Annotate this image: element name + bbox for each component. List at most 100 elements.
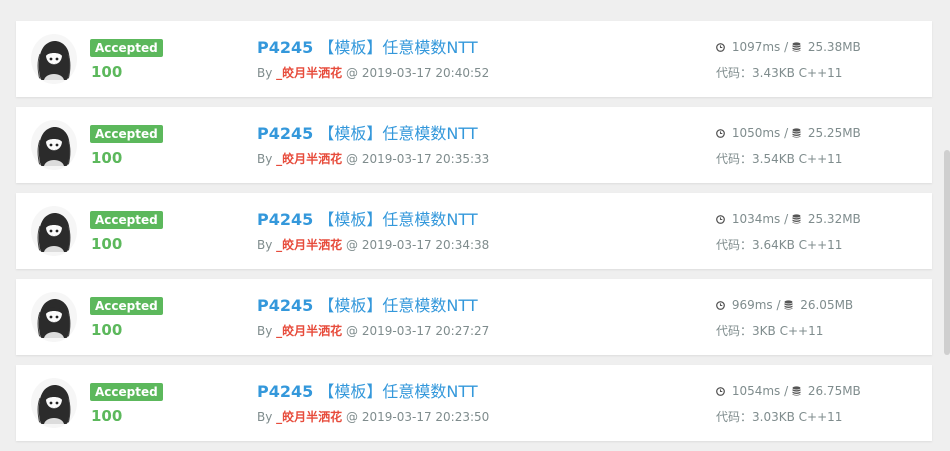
submit-time: 2019-03-17 20:23:50 [361,410,490,424]
runtime: 1054ms [731,384,781,398]
username-link[interactable]: _皎月半洒花 [276,152,342,166]
at-symbol: @ [346,238,359,252]
run-stats: 1054ms / 26.75MB [716,383,861,399]
submission-meta: By _皎月半洒花 @ 2019-03-17 20:34:38 [257,237,489,253]
user-avatar[interactable] [31,206,77,256]
status-badge[interactable]: Accepted [90,211,163,229]
by-label: By [257,324,273,338]
problem-title: 【模板】任意模数NTT [318,124,478,143]
clock-icon [716,387,725,396]
problem-id: P4245 [257,210,314,229]
code-label: 代码： [716,324,753,338]
database-icon [792,42,801,52]
scrollbar[interactable] [944,0,950,443]
problem-link[interactable]: P4245 【模板】任意模数NTT [257,381,478,403]
runtime: 1050ms [731,126,781,140]
submit-time: 2019-03-17 20:35:33 [361,152,490,166]
code-size: 3.64KB [752,238,795,252]
language: C++11 [798,238,843,252]
code-size: 3.43KB [752,66,795,80]
separator: / [784,384,789,398]
submission-card: Accepted 100 P4245 【模板】任意模数NTT By _皎月半洒花… [16,365,932,441]
code-size: 3.03KB [752,410,795,424]
status-badge[interactable]: Accepted [90,39,163,57]
database-icon [792,214,801,224]
problem-link[interactable]: P4245 【模板】任意模数NTT [257,123,478,145]
anime-girl-avatar-icon [37,299,71,339]
run-stats: 1034ms / 25.32MB [716,211,861,227]
user-avatar[interactable] [31,292,77,342]
clock-icon [716,129,725,138]
clock-icon [716,43,725,52]
problem-link[interactable]: P4245 【模板】任意模数NTT [257,37,478,59]
submission-card: Accepted 100 P4245 【模板】任意模数NTT By _皎月半洒花… [16,193,932,269]
user-avatar[interactable] [31,378,77,428]
separator: / [784,40,789,54]
memory: 25.25MB [807,126,861,140]
runtime: 1034ms [731,212,781,226]
code-size: 3.54KB [752,152,795,166]
anime-girl-avatar-icon [37,385,71,425]
username-link[interactable]: _皎月半洒花 [276,324,342,338]
separator: / [784,212,789,226]
database-icon [792,386,801,396]
at-symbol: @ [346,324,359,338]
code-info: 代码：3KB C++11 [716,323,823,339]
code-label: 代码： [716,410,753,424]
user-avatar[interactable] [31,34,77,84]
run-stats: 1050ms / 25.25MB [716,125,861,141]
code-size: 3KB [752,324,776,338]
score: 100 [91,63,123,81]
anime-girl-avatar-icon [37,127,71,167]
username-link[interactable]: _皎月半洒花 [276,238,342,252]
problem-id: P4245 [257,382,314,401]
at-symbol: @ [346,410,359,424]
separator: / [784,126,789,140]
code-label: 代码： [716,238,753,252]
anime-girl-avatar-icon [37,41,71,81]
separator: / [776,298,781,312]
language: C++11 [798,66,843,80]
submission-meta: By _皎月半洒花 @ 2019-03-17 20:23:50 [257,409,489,425]
memory: 25.38MB [807,40,861,54]
by-label: By [257,66,273,80]
score: 100 [91,235,123,253]
scrollbar-thumb[interactable] [944,150,950,355]
submission-card: Accepted 100 P4245 【模板】任意模数NTT By _皎月半洒花… [16,279,932,355]
submission-card: Accepted 100 P4245 【模板】任意模数NTT By _皎月半洒花… [16,21,932,97]
language: C++11 [779,324,824,338]
memory: 26.75MB [807,384,861,398]
memory: 26.05MB [800,298,854,312]
score: 100 [91,321,123,339]
user-avatar[interactable] [31,120,77,170]
username-link[interactable]: _皎月半洒花 [276,410,342,424]
submission-meta: By _皎月半洒花 @ 2019-03-17 20:27:27 [257,323,489,339]
submit-time: 2019-03-17 20:34:38 [361,238,490,252]
problem-id: P4245 [257,296,314,315]
submission-list: Accepted 100 P4245 【模板】任意模数NTT By _皎月半洒花… [16,21,932,451]
runtime: 969ms [731,298,773,312]
problem-title: 【模板】任意模数NTT [318,210,478,229]
status-badge[interactable]: Accepted [90,125,163,143]
clock-icon [716,215,725,224]
code-label: 代码： [716,152,753,166]
submission-meta: By _皎月半洒花 @ 2019-03-17 20:40:52 [257,65,489,81]
problem-title: 【模板】任意模数NTT [318,38,478,57]
status-badge[interactable]: Accepted [90,383,163,401]
problem-link[interactable]: P4245 【模板】任意模数NTT [257,295,478,317]
username-link[interactable]: _皎月半洒花 [276,66,342,80]
submission-card: Accepted 100 P4245 【模板】任意模数NTT By _皎月半洒花… [16,107,932,183]
code-label: 代码： [716,66,753,80]
database-icon [784,300,793,310]
score: 100 [91,407,123,425]
language: C++11 [798,152,843,166]
language: C++11 [798,410,843,424]
problem-id: P4245 [257,38,314,57]
problem-link[interactable]: P4245 【模板】任意模数NTT [257,209,478,231]
run-stats: 969ms / 26.05MB [716,297,853,313]
status-badge[interactable]: Accepted [90,297,163,315]
clock-icon [716,301,725,310]
by-label: By [257,410,273,424]
at-symbol: @ [346,66,359,80]
problem-title: 【模板】任意模数NTT [318,382,478,401]
